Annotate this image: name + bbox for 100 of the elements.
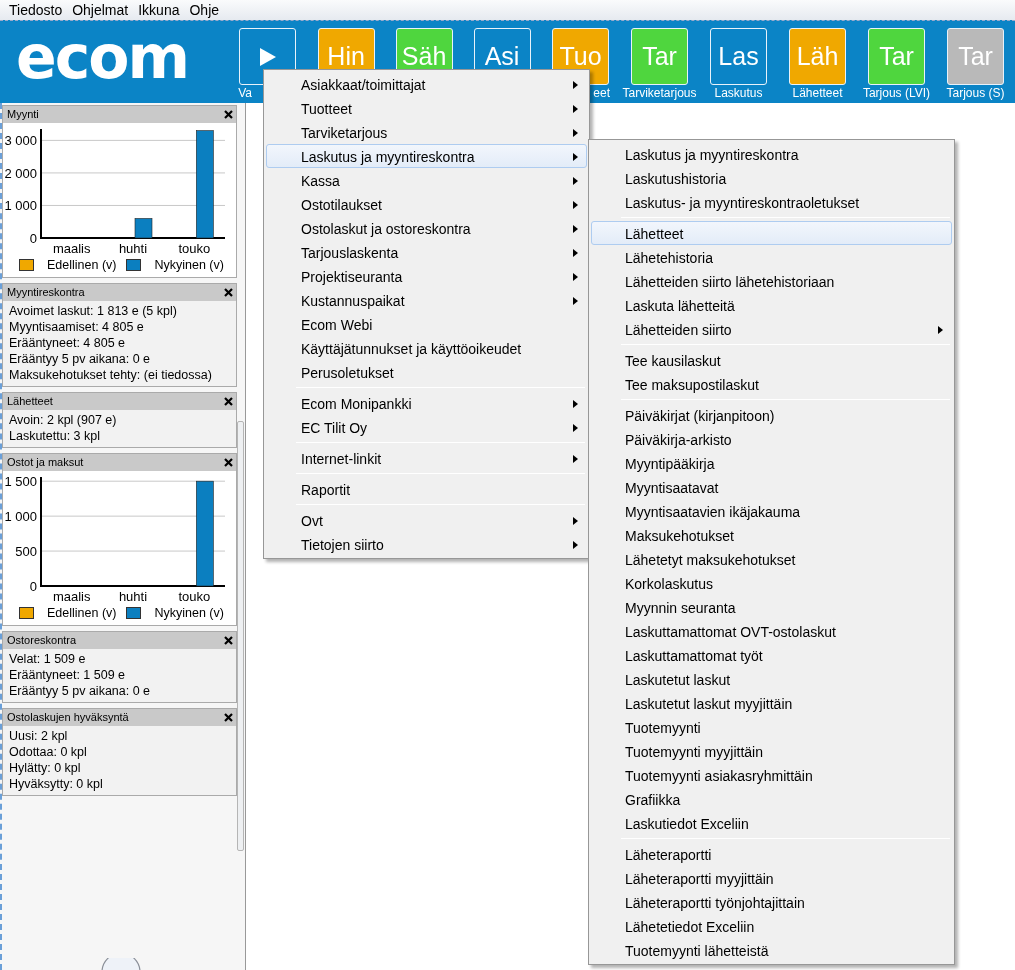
widget-text: Avoin: 2 kpl (907 e) bbox=[9, 412, 117, 427]
widget-title: Lähetteet bbox=[7, 394, 53, 409]
menu-item[interactable]: Tietojen siirto bbox=[266, 532, 587, 556]
toolbar-tile[interactable]: Las bbox=[710, 28, 767, 85]
menu-item[interactable]: Myyntisaatavat bbox=[591, 475, 952, 499]
menu-item[interactable]: Ecom Webi bbox=[266, 312, 587, 336]
menu-bar-item[interactable]: Ohje bbox=[184, 0, 225, 20]
menu-item[interactable]: Lähetehistoria bbox=[591, 245, 952, 269]
tile-label: Va bbox=[238, 86, 252, 100]
axis-tick-label: 0 bbox=[29, 231, 37, 246]
axis-tick-label: 1 000 bbox=[4, 198, 37, 214]
axis-category-label: touko bbox=[178, 241, 211, 256]
tile-label: Tarjous (S) bbox=[946, 86, 1005, 100]
menu-item[interactable]: Lähetteiden siirto bbox=[591, 317, 952, 341]
menu-item[interactable]: EC Tilit Oy bbox=[266, 415, 587, 439]
legend-label: Nykyinen (v) bbox=[154, 257, 224, 274]
tile-label: Tarjous (LVI) bbox=[862, 86, 931, 100]
axis-tick-label: 500 bbox=[15, 543, 37, 559]
menu-item[interactable]: Tuotemyynti myyjittäin bbox=[591, 739, 952, 763]
widget-text: Velat: 1 509 e bbox=[9, 651, 86, 666]
axis-category-label: touko bbox=[178, 588, 211, 604]
menu-item[interactable]: Perusoletukset bbox=[266, 360, 587, 384]
menu-item[interactable]: Myyntisaatavien ikäjakauma bbox=[591, 499, 952, 523]
menu-item[interactable]: Maksukehotukset bbox=[591, 523, 952, 547]
menu-bar-item[interactable]: Tiedosto bbox=[4, 0, 68, 20]
menu-item[interactable]: Kassa bbox=[266, 168, 587, 192]
menu-item[interactable]: Laskuta lähetteitä bbox=[591, 293, 952, 317]
menu-item[interactable]: Päiväkirjat (kirjanpitoon) bbox=[591, 403, 952, 427]
menu-item[interactable]: Laskutetut laskut bbox=[591, 667, 952, 691]
menu-item[interactable]: Myynnin seuranta bbox=[591, 595, 952, 619]
close-icon[interactable] bbox=[224, 457, 233, 467]
menu-bar-item[interactable]: Ohjelmat bbox=[67, 0, 134, 20]
menu-item[interactable]: Tuotemyynti asiakasryhmittäin bbox=[591, 763, 952, 787]
widget-text: Laskutettu: 3 kpl bbox=[9, 428, 101, 443]
menu-item[interactable]: Läheteraportti myyjittäin bbox=[591, 866, 952, 890]
menu-bar-item[interactable]: Ikkuna bbox=[133, 0, 185, 20]
menu-item[interactable]: Grafiikka bbox=[591, 787, 952, 811]
menu-item[interactable]: Lähetetiedot Exceliin bbox=[591, 914, 952, 938]
menu-item[interactable]: Tuotemyynti bbox=[591, 715, 952, 739]
axis-tick-label: 1 000 bbox=[4, 508, 37, 524]
menu-item[interactable]: Laskutiedot Exceliin bbox=[591, 811, 952, 835]
menu-item[interactable]: Internet-linkit bbox=[266, 446, 587, 470]
close-icon[interactable] bbox=[224, 635, 233, 645]
menu-item[interactable]: Tee kausilaskut bbox=[591, 348, 952, 372]
widget-text: Myyntisaamiset: 4 805 e bbox=[9, 319, 144, 334]
widget-text: Erääntyy 5 pv aikana: 0 e bbox=[9, 683, 151, 698]
menu-item[interactable]: Ovt bbox=[266, 508, 587, 532]
menu-item[interactable]: Laskutushistoria bbox=[591, 166, 952, 190]
menu-item[interactable]: Tee maksupostilaskut bbox=[591, 372, 952, 396]
menu-item[interactable]: Kustannuspaikat bbox=[266, 288, 587, 312]
menu-item[interactable]: Lähetetyt maksukehotukset bbox=[591, 547, 952, 571]
menu-item[interactable]: Tuotemyynti lähetteistä bbox=[591, 938, 952, 962]
close-icon[interactable] bbox=[224, 287, 233, 297]
menu-item[interactable]: Projektiseuranta bbox=[266, 264, 587, 288]
menu-item[interactable]: Tarviketarjous bbox=[266, 120, 587, 144]
axis-category-label: huhti bbox=[118, 241, 148, 256]
tile-label: eet bbox=[593, 86, 610, 100]
menu-item[interactable]: Ecom Monipankki bbox=[266, 391, 587, 415]
menu-item[interactable]: Lähetteet bbox=[591, 221, 952, 245]
widget-text: Hylätty: 0 kpl bbox=[9, 760, 81, 775]
widget-title: Ostot ja maksut bbox=[7, 455, 84, 470]
menu-item[interactable]: Myyntipääkirja bbox=[591, 451, 952, 475]
play-icon bbox=[258, 46, 277, 67]
widget-text: Erääntyneet: 4 805 e bbox=[9, 335, 126, 350]
widget-text: Avoimet laskut: 1 813 e (5 kpl) bbox=[9, 303, 177, 318]
close-icon[interactable] bbox=[224, 712, 233, 722]
menu-item[interactable]: Läheteraportti työnjohtajittain bbox=[591, 890, 952, 914]
legend-label: Edellinen (v) bbox=[47, 604, 117, 622]
menu-item[interactable]: Tarjouslaskenta bbox=[266, 240, 587, 264]
bar bbox=[134, 218, 153, 239]
menu-item[interactable]: Laskutus- ja myyntireskontraoletukset bbox=[591, 190, 952, 214]
axis-category-label: maalis bbox=[52, 241, 91, 256]
menu-item[interactable]: Laskutus ja myyntireskontra bbox=[266, 144, 587, 168]
widget-title: Ostolaskujen hyväksyntä bbox=[7, 709, 129, 725]
axis-tick-label: 3 000 bbox=[4, 133, 37, 149]
menu-item[interactable]: Tuotteet bbox=[266, 96, 587, 120]
menu-item[interactable]: Ostotilaukset bbox=[266, 192, 587, 216]
menu-item[interactable]: Korkolaskutus bbox=[591, 571, 952, 595]
round-button[interactable] bbox=[101, 958, 141, 970]
menu-item[interactable]: Laskutetut laskut myyjittäin bbox=[591, 691, 952, 715]
widget-text: Erääntyneet: 1 509 e bbox=[9, 667, 126, 682]
tile-label: Laskutus bbox=[714, 86, 763, 100]
menu-item[interactable]: Lähetteiden siirto lähetehistoriaan bbox=[591, 269, 952, 293]
widget-text: Erääntyy 5 pv aikana: 0 e bbox=[9, 351, 151, 366]
menu-item[interactable]: Laskutus ja myyntireskontra bbox=[591, 142, 952, 166]
menu-item[interactable]: Laskuttamattomat OVT-ostolaskut bbox=[591, 619, 952, 643]
widget-text: Uusi: 2 kpl bbox=[9, 728, 68, 743]
menu-item[interactable]: Laskuttamattomat työt bbox=[591, 643, 952, 667]
menu-item[interactable]: Ostolaskut ja ostoreskontra bbox=[266, 216, 587, 240]
legend-label: Edellinen (v) bbox=[47, 257, 117, 274]
widget-text: Hyväksytty: 0 kpl bbox=[9, 776, 103, 791]
menu-item[interactable]: Päiväkirja-arkisto bbox=[591, 427, 952, 451]
axis-category-label: maalis bbox=[52, 588, 91, 604]
axis-tick-label: 2 000 bbox=[4, 165, 37, 181]
menu-item[interactable]: Käyttäjätunnukset ja käyttöoikeudet bbox=[266, 336, 587, 360]
close-icon[interactable] bbox=[224, 110, 233, 119]
menu-item[interactable]: Läheteraportti bbox=[591, 842, 952, 866]
close-icon[interactable] bbox=[224, 396, 233, 406]
scrollbar[interactable] bbox=[237, 421, 244, 851]
menu-item[interactable]: Raportit bbox=[266, 477, 587, 501]
